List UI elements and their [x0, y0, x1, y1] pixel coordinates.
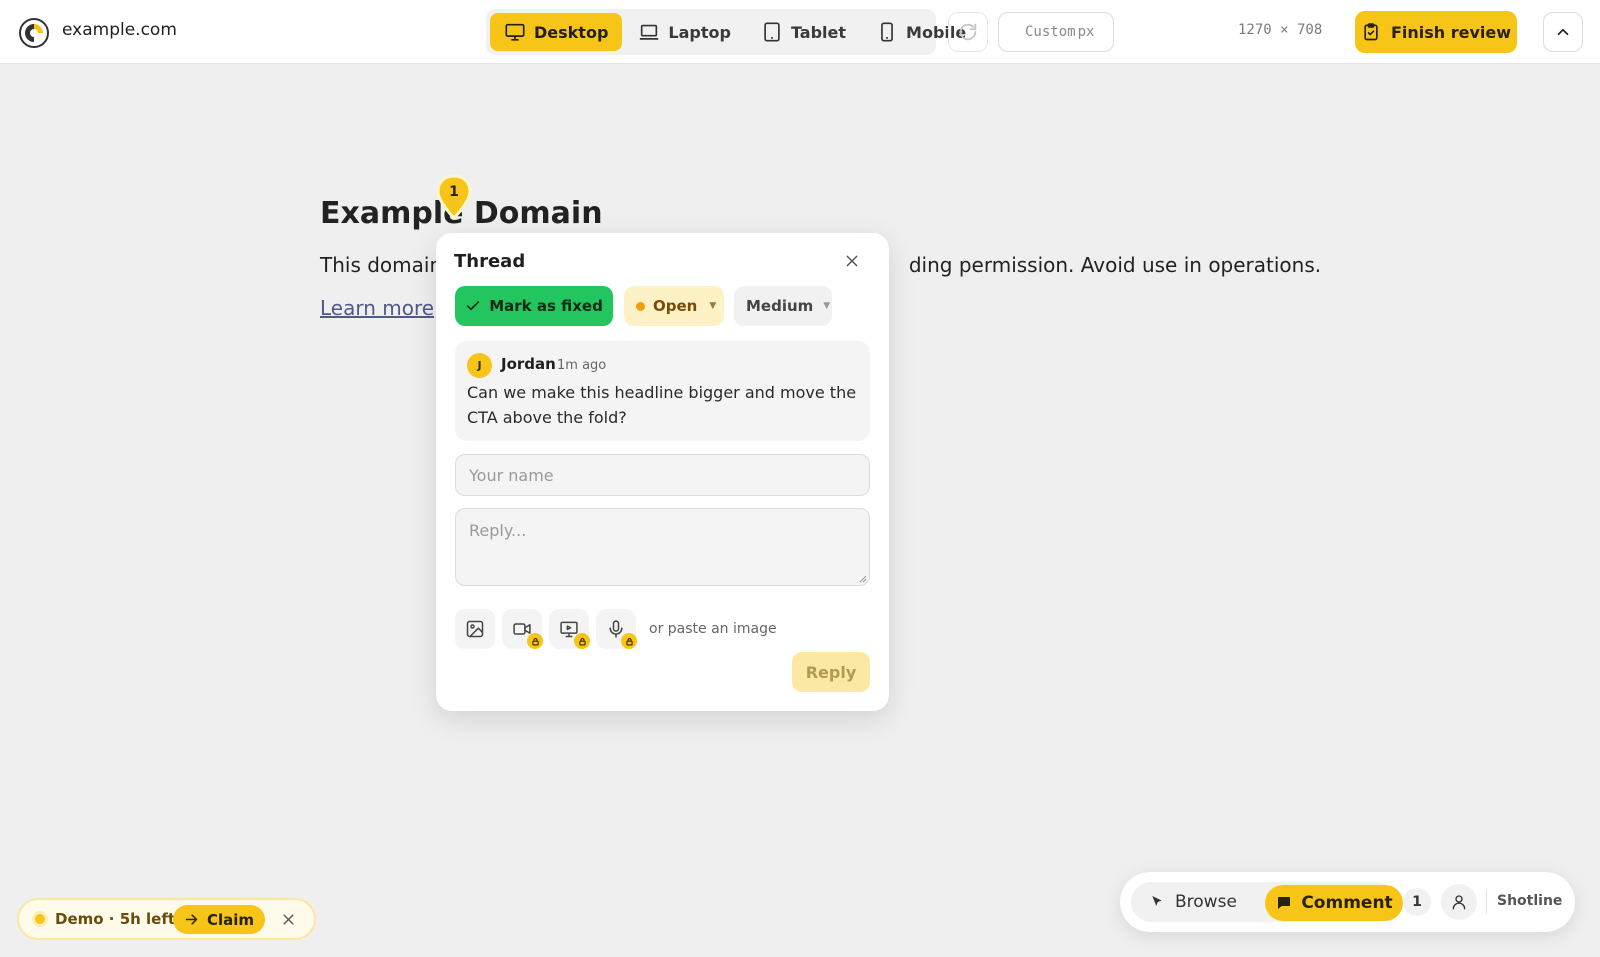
priority-select[interactable]: Medium ▼: [734, 286, 832, 326]
record-video-button[interactable]: [502, 609, 543, 649]
laptop-icon: [640, 24, 659, 40]
claim-button[interactable]: Claim: [173, 905, 265, 934]
status-value: Open: [653, 297, 698, 315]
demo-text: Demo · 5h left: [55, 910, 176, 928]
clipboard-check-icon: [1364, 23, 1378, 41]
status-select[interactable]: Open ▼: [624, 286, 724, 326]
paragraph-end: ding permission. Avoid use in operations…: [908, 253, 1322, 277]
comment-text: Can we make this headline bigger and mov…: [467, 383, 857, 427]
comment-label: Comment: [1301, 893, 1393, 913]
custom-width-placeholder: Custom: [1025, 24, 1076, 40]
tablet-icon: [764, 22, 780, 42]
device-desktop-button[interactable]: Desktop: [490, 13, 623, 51]
lock-icon: [621, 633, 637, 649]
name-input[interactable]: [455, 454, 870, 496]
comment-count-badge[interactable]: 1: [1403, 888, 1431, 916]
chevron-up-icon: [1557, 28, 1569, 36]
close-icon: [282, 913, 294, 925]
mode-toolbar: Browse Comment 1 Shotline: [1120, 872, 1575, 932]
comment-card: J Jordan 1m ago Can we make this headlin…: [455, 341, 870, 441]
device-tablet-button[interactable]: Tablet: [747, 13, 860, 51]
mark-as-fixed-label: Mark as fixed: [489, 297, 603, 315]
reply-button[interactable]: Reply: [792, 652, 870, 692]
comment-author: Jordan: [501, 355, 556, 373]
finish-review-label: Finish review: [1390, 22, 1512, 42]
browse-mode-button[interactable]: Browse: [1141, 882, 1237, 922]
record-screen-button[interactable]: [549, 609, 590, 649]
comment-pin-number: 1: [449, 184, 459, 200]
thread-title: Thread: [454, 251, 526, 272]
rotate-button[interactable]: [948, 12, 988, 52]
site-domain: example.com: [62, 20, 177, 40]
mode-switcher: Browse Comment: [1131, 882, 1403, 922]
close-thread-button[interactable]: [840, 249, 864, 273]
demo-status-dot-icon: [35, 914, 45, 924]
caret-down-icon: ▼: [823, 301, 831, 311]
caret-down-icon: ▼: [709, 301, 717, 311]
paragraph-start: This domain: [320, 253, 443, 277]
check-icon: [467, 301, 480, 311]
cursor-icon: [1152, 896, 1162, 906]
paste-hint: or paste an image: [649, 621, 777, 637]
comment-mode-button[interactable]: Comment: [1265, 885, 1403, 921]
lock-icon: [527, 633, 543, 649]
top-bar: example.com Desktop Laptop Tablet Mobile…: [0, 0, 1600, 64]
avatar: J: [467, 353, 492, 378]
viewport-dimensions: 1270 × 708: [1238, 22, 1323, 38]
desktop-icon: [505, 23, 525, 41]
image-icon: [466, 620, 484, 638]
browse-label: Browse: [1175, 892, 1237, 912]
record-audio-button[interactable]: [596, 609, 637, 649]
collapse-toolbar-button[interactable]: [1543, 12, 1583, 52]
divider: [1486, 890, 1487, 914]
device-label: Desktop: [534, 22, 609, 42]
learn-more-link[interactable]: Learn more: [320, 296, 434, 320]
comment-time: 1m ago: [557, 358, 607, 373]
refresh-icon: [959, 23, 977, 41]
mark-as-fixed-button[interactable]: Mark as fixed: [455, 286, 613, 326]
user-icon: [1452, 895, 1466, 910]
thread-panel: Thread Mark as fixed Open ▼ Medium ▼ J J…: [436, 233, 889, 711]
claim-label: Claim: [206, 910, 255, 929]
finish-review-button[interactable]: Finish review: [1355, 11, 1517, 53]
demo-banner: Demo · 5h left Claim: [17, 898, 316, 940]
device-switcher: Desktop Laptop Tablet Mobile: [486, 9, 966, 55]
attach-image-button[interactable]: [455, 609, 495, 649]
mobile-icon: [881, 22, 893, 42]
device-laptop-button[interactable]: Laptop: [624, 13, 745, 51]
priority-value: Medium: [746, 297, 814, 315]
dismiss-demo-button[interactable]: [277, 908, 299, 930]
reply-input[interactable]: [455, 508, 870, 586]
comment-icon: [1278, 897, 1291, 909]
custom-width-unit: px: [1077, 24, 1095, 40]
arrow-right-icon: [185, 914, 198, 925]
lock-icon: [574, 633, 590, 649]
custom-width-input[interactable]: Custom px: [998, 12, 1114, 52]
device-label: Tablet: [790, 22, 847, 42]
device-label: Laptop: [668, 22, 731, 42]
resize-grip-icon[interactable]: [859, 575, 867, 583]
status-dot-icon: [636, 301, 645, 311]
site-logo-icon: [19, 18, 49, 48]
close-icon: [846, 255, 858, 267]
brand-name: Shotline: [1497, 893, 1563, 909]
user-button[interactable]: [1441, 884, 1477, 920]
